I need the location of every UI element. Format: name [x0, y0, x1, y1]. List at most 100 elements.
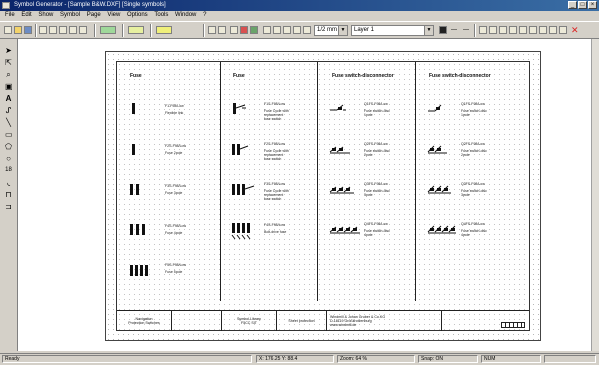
- print-preview-icon[interactable]: [79, 26, 87, 34]
- bolt-drive-fuse-symbol[interactable]: [231, 222, 251, 244]
- fuse-3pole-symbol[interactable]: [129, 183, 143, 197]
- pointer-icon[interactable]: [559, 26, 567, 34]
- mirror-icon[interactable]: [519, 26, 527, 34]
- app-icon[interactable]: [2, 2, 10, 9]
- node-tool-icon[interactable]: ⇱: [5, 59, 12, 67]
- line-width-icon[interactable]: —: [463, 26, 471, 34]
- curve-tool-icon[interactable]: ᔑ: [5, 107, 12, 115]
- align-center-icon[interactable]: [489, 26, 497, 34]
- paste-icon[interactable]: [59, 26, 67, 34]
- cut-icon[interactable]: [39, 26, 47, 34]
- drawing-canvas[interactable]: Fuse Fuse Fuse switch-disconnector Fuse …: [18, 39, 591, 351]
- symbol-desc: Bolt-drive fuse: [264, 230, 287, 234]
- status-coordinates: X: 176.25 Y: 88.4: [256, 355, 334, 363]
- highlight-icon[interactable]: [156, 26, 172, 34]
- undo-icon[interactable]: [208, 26, 216, 34]
- select-tool-icon[interactable]: ➤: [5, 47, 12, 55]
- status-snap: Snap: ON: [418, 355, 478, 363]
- redo-icon[interactable]: [218, 26, 226, 34]
- save-icon[interactable]: [24, 26, 32, 34]
- prev-page-icon[interactable]: [283, 26, 291, 34]
- grid-icon[interactable]: [230, 26, 238, 34]
- ungroup-icon[interactable]: [539, 26, 547, 34]
- chevron-down-icon[interactable]: ▼: [424, 26, 433, 35]
- text-tool-icon[interactable]: A: [5, 95, 12, 103]
- fuse-switch-3pole-symbol[interactable]: [231, 183, 255, 197]
- menu-help[interactable]: ?: [203, 11, 206, 20]
- line-tool-icon[interactable]: ╲: [5, 119, 12, 127]
- zoom-tool-icon[interactable]: ⌕: [5, 71, 12, 79]
- symbol-code: Q3FS-F98/Low: [364, 182, 388, 186]
- fuse-2pole-symbol[interactable]: [129, 143, 139, 157]
- toolbar-separator: [122, 24, 124, 37]
- menu-show[interactable]: Show: [38, 11, 53, 20]
- size-combo[interactable]: 1/2 mm ▼: [314, 25, 348, 36]
- menu-tools[interactable]: Tools: [154, 11, 168, 20]
- group-icon[interactable]: [529, 26, 537, 34]
- polygon-tool-icon[interactable]: ⬠: [5, 143, 12, 151]
- drawing-sheet[interactable]: Fuse Fuse Fuse switch-disconnector Fuse …: [105, 51, 541, 341]
- layer-combo[interactable]: Layer 1 ▼: [351, 25, 434, 36]
- next-page-icon[interactable]: [293, 26, 301, 34]
- connector-tool-icon[interactable]: 18: [5, 167, 12, 174]
- ellipse-tool-icon[interactable]: ○: [5, 155, 12, 163]
- fuse-4pole-symbol[interactable]: [129, 223, 147, 237]
- image-tool-icon[interactable]: ▣: [5, 83, 13, 91]
- fuse-switch-disconnector-1pole-symbol[interactable]: [329, 102, 347, 116]
- line-color-icon[interactable]: [439, 26, 447, 34]
- wire-tool-icon[interactable]: ⊓: [5, 191, 12, 199]
- terminal-tool-icon[interactable]: ⊐: [5, 203, 12, 211]
- fuse-switch-disconnector-3pole-symbol[interactable]: [329, 183, 355, 197]
- chevron-down-icon[interactable]: ▼: [338, 26, 347, 35]
- menu-edit[interactable]: Edit: [21, 11, 31, 20]
- symbol-code: F1-F98/Low: [165, 104, 184, 108]
- column-header: Fuse: [233, 73, 245, 79]
- fuse-switch-disconnector-2pole-symbol[interactable]: [427, 143, 449, 157]
- minimize-button[interactable]: _: [568, 1, 577, 9]
- arc-tool-icon[interactable]: ◟: [5, 179, 12, 187]
- symbol-desc: Fuse 3pole: [165, 191, 183, 195]
- column-divider: [220, 62, 221, 301]
- rectangle-tool-icon[interactable]: ▭: [5, 131, 13, 139]
- vertical-scrollbar[interactable]: [591, 39, 599, 351]
- zoom-icon[interactable]: [263, 26, 271, 34]
- rotate-icon[interactable]: [509, 26, 517, 34]
- menu-view[interactable]: View: [107, 11, 120, 20]
- fuse-switch-disconnector-4pole-symbol[interactable]: [329, 223, 361, 237]
- symbol-icon[interactable]: [240, 26, 248, 34]
- green-layer-icon[interactable]: [100, 26, 116, 34]
- copy-icon[interactable]: [49, 26, 57, 34]
- fuse-switch-2pole-symbol[interactable]: [231, 143, 249, 157]
- window-controls: _ □ ×: [568, 1, 597, 9]
- fuse-5pole-symbol[interactable]: [129, 264, 151, 278]
- symbol-code: Q2FS-F98/Low: [461, 142, 485, 146]
- fuse-switch-disconnector-2pole-symbol[interactable]: [329, 143, 351, 157]
- fuse-switch-disconnector-4pole-symbol[interactable]: [427, 223, 457, 237]
- menu-window[interactable]: Window: [175, 11, 196, 20]
- last-page-icon[interactable]: [303, 26, 311, 34]
- fuse-switch-disconnector-1pole-symbol[interactable]: [427, 102, 445, 116]
- fuse-switch-disconnector-3pole-symbol[interactable]: [427, 183, 453, 197]
- maximize-button[interactable]: □: [578, 1, 587, 9]
- first-page-icon[interactable]: [273, 26, 281, 34]
- status-message: Ready: [2, 355, 252, 363]
- print-icon[interactable]: [69, 26, 77, 34]
- close-button[interactable]: ×: [588, 1, 597, 9]
- fuse-1pole-symbol[interactable]: [129, 102, 139, 116]
- menu-page[interactable]: Page: [87, 11, 101, 20]
- menu-options[interactable]: Options: [127, 11, 148, 20]
- menu-symbol[interactable]: Symbol: [60, 11, 80, 20]
- pen-icon[interactable]: [549, 26, 557, 34]
- new-file-icon[interactable]: [4, 26, 12, 34]
- fuse-switch-1pole-symbol[interactable]: [231, 102, 247, 116]
- delete-icon[interactable]: ✕: [571, 26, 579, 35]
- line-style-icon[interactable]: —: [451, 26, 459, 34]
- symbol-code: F2S-F98/Low: [165, 144, 187, 148]
- align-right-icon[interactable]: [499, 26, 507, 34]
- library-icon[interactable]: [250, 26, 258, 34]
- symbol-code: F2S-F98/Low: [264, 142, 286, 146]
- menu-file[interactable]: File: [5, 11, 15, 20]
- align-left-icon[interactable]: [479, 26, 487, 34]
- open-folder-icon[interactable]: [14, 26, 22, 34]
- yellow-layer-icon[interactable]: [128, 26, 144, 34]
